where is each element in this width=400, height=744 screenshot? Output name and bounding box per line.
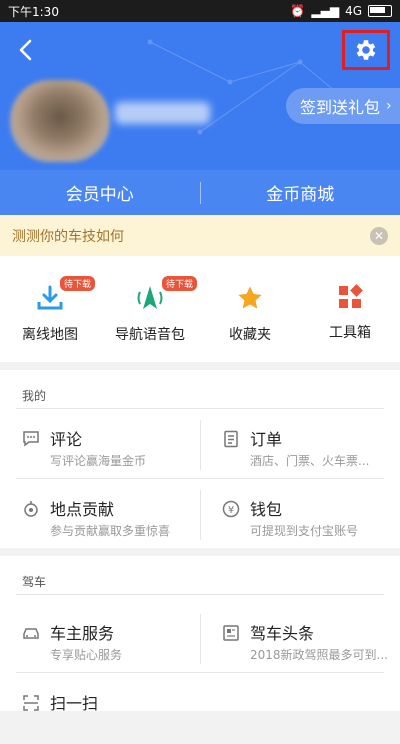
driving-headlines-title: 驾车头条 xyxy=(250,620,314,644)
car-owner-service-item[interactable]: 车主服务 专享贴心服务 xyxy=(16,614,200,674)
divider xyxy=(16,594,384,595)
location-contribution-icon xyxy=(22,500,40,518)
section-title-drive: 驾车 xyxy=(0,556,400,590)
comment-icon xyxy=(22,430,40,448)
network-type: 4G xyxy=(345,4,362,18)
back-arrow-icon[interactable] xyxy=(14,38,38,62)
driving-headlines-subtitle: 2018新政驾照最多可到... xyxy=(250,646,400,663)
wallet-title: 钱包 xyxy=(250,496,282,520)
svg-text:¥: ¥ xyxy=(228,505,234,516)
driving-test-banner[interactable]: 测测你的车技如何 ✕ xyxy=(0,215,400,256)
profile-header: 签到送礼包 › 会员中心 金币商城 xyxy=(0,22,400,215)
status-bar: 下午1:30 ⏰ ▂▄▆ 4G xyxy=(0,0,400,22)
quick-actions: 待下载 离线地图 待下载 导航语音包 收藏夹 工具箱 xyxy=(0,256,400,362)
voice-pack-label: 导航语音包 xyxy=(115,324,185,344)
wallet-item[interactable]: ¥ 钱包 可提现到支付宝账号 xyxy=(216,490,400,550)
signin-gift-button[interactable]: 签到送礼包 › xyxy=(286,88,400,124)
offline-map-label: 离线地图 xyxy=(22,324,78,344)
tab-coin-mall[interactable]: 金币商城 xyxy=(201,180,400,205)
battery-icon xyxy=(368,5,392,17)
favorites-button[interactable]: 收藏夹 xyxy=(200,256,300,362)
pending-download-badge: 待下载 xyxy=(162,276,197,291)
alarm-icon: ⏰ xyxy=(290,4,305,18)
comments-subtitle: 写评论赢海量金币 xyxy=(50,452,200,469)
car-owner-service-subtitle: 专享贴心服务 xyxy=(50,646,200,663)
comments-item[interactable]: 评论 写评论赢海量金币 xyxy=(16,420,200,480)
status-time: 下午1:30 xyxy=(8,3,59,20)
orders-item[interactable]: 订单 酒店、门票、火车票... xyxy=(216,420,400,480)
chevron-right-icon: › xyxy=(386,98,392,114)
tab-member-center[interactable]: 会员中心 xyxy=(0,180,200,205)
avatar[interactable] xyxy=(10,80,110,162)
download-icon xyxy=(36,284,64,312)
news-icon xyxy=(222,624,240,642)
signin-label: 签到送礼包 xyxy=(300,94,380,118)
toolbox-button[interactable]: 工具箱 xyxy=(300,256,400,362)
drive-section: 驾车 车主服务 专享贴心服务 驾车头条 2018新政驾照最多可到... 扫一扫 xyxy=(0,556,400,711)
settings-button[interactable] xyxy=(342,30,390,70)
banner-text: 测测你的车技如何 xyxy=(12,226,370,246)
comments-title: 评论 xyxy=(50,426,82,450)
place-contribution-item[interactable]: 地点贡献 参与贡献赢取多重惊喜 xyxy=(16,490,200,550)
username-blurred xyxy=(115,102,210,124)
divider xyxy=(16,478,384,479)
wallet-icon: ¥ xyxy=(222,500,240,518)
divider xyxy=(200,420,201,470)
divider xyxy=(16,408,384,409)
gear-icon[interactable] xyxy=(353,37,379,63)
star-icon xyxy=(236,284,264,312)
offline-map-button[interactable]: 待下载 离线地图 xyxy=(0,256,100,362)
place-contribution-subtitle: 参与贡献赢取多重惊喜 xyxy=(50,522,200,539)
divider xyxy=(16,672,384,673)
navigation-voice-icon xyxy=(135,284,165,312)
divider xyxy=(200,614,201,664)
voice-pack-button[interactable]: 待下载 导航语音包 xyxy=(100,256,200,362)
my-section: 我的 评论 写评论赢海量金币 订单 酒店、门票、火车票... 地点贡献 参与贡献… xyxy=(0,370,400,548)
toolbox-icon xyxy=(337,284,363,310)
favorites-label: 收藏夹 xyxy=(229,324,271,344)
signal-icon: ▂▄▆ xyxy=(311,4,339,18)
wallet-subtitle: 可提现到支付宝账号 xyxy=(250,522,400,539)
section-title-mine: 我的 xyxy=(0,370,400,404)
driving-headlines-item[interactable]: 驾车头条 2018新政驾照最多可到... xyxy=(216,614,400,674)
place-contribution-title: 地点贡献 xyxy=(50,496,114,520)
close-icon[interactable]: ✕ xyxy=(370,227,388,245)
scan-title: 扫一扫 xyxy=(50,690,98,714)
orders-subtitle: 酒店、门票、火车票... xyxy=(250,452,400,469)
header-tabs: 会员中心 金币商城 xyxy=(0,170,400,215)
scan-item[interactable]: 扫一扫 xyxy=(16,684,200,744)
toolbox-label: 工具箱 xyxy=(329,322,371,342)
scan-icon xyxy=(22,694,40,712)
pending-download-badge: 待下载 xyxy=(60,276,95,291)
divider xyxy=(200,490,201,540)
order-icon xyxy=(222,430,240,448)
car-icon xyxy=(22,624,40,642)
car-owner-service-title: 车主服务 xyxy=(50,620,114,644)
orders-title: 订单 xyxy=(250,426,282,450)
